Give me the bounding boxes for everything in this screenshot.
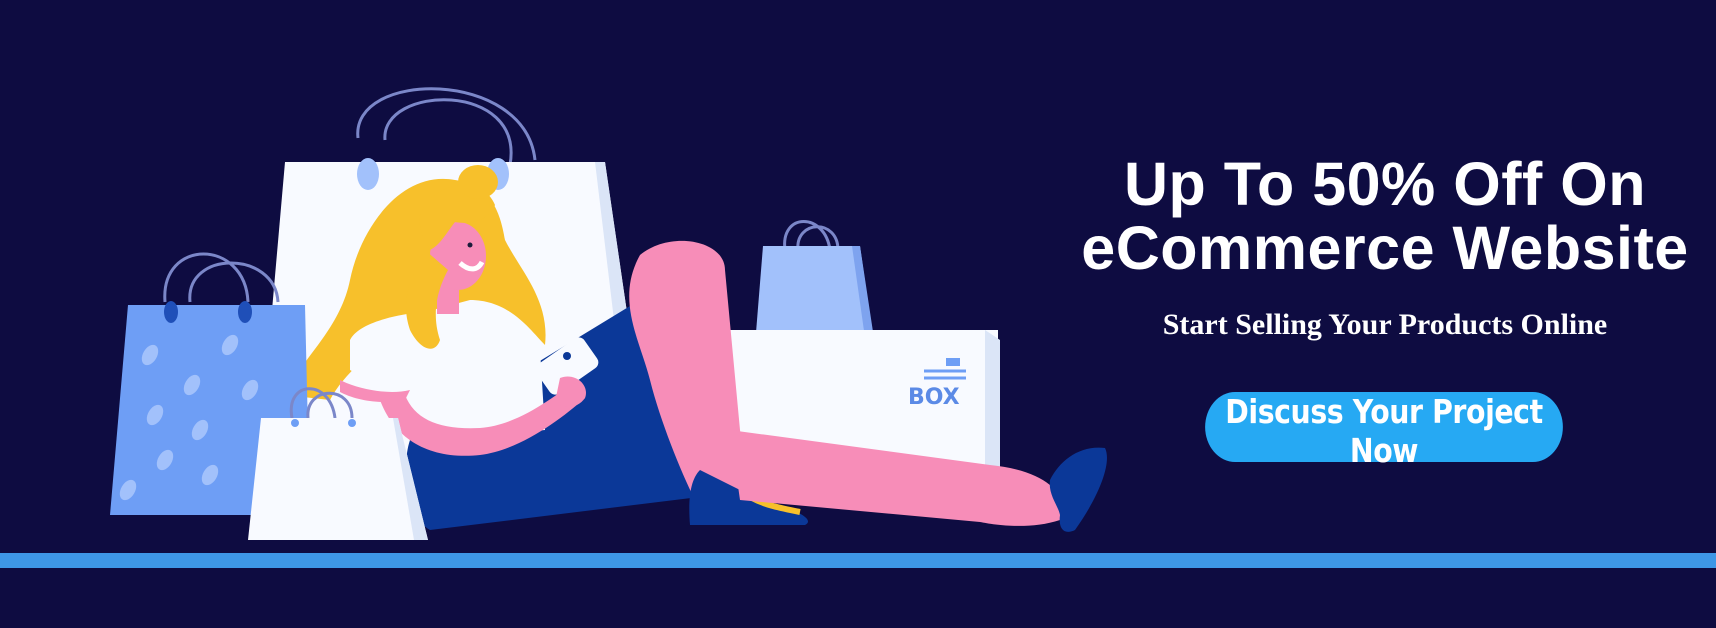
box-label: BOX xyxy=(908,385,960,410)
headline-line-2: eCommerce Website xyxy=(1081,214,1689,282)
promo-banner: BOX Up To 50% Off On eCommerce Website S… xyxy=(0,0,1716,628)
small-shopping-bag-icon xyxy=(755,220,875,345)
discuss-project-button[interactable]: Discuss Your Project Now xyxy=(1205,392,1563,470)
subheadline: Start Selling Your Products Online xyxy=(1162,308,1608,341)
floor-stripe xyxy=(0,553,1716,568)
headline-line-1: Up To 50% Off On xyxy=(1124,150,1646,218)
headline: Up To 50% Off On eCommerce Website xyxy=(1040,152,1716,280)
